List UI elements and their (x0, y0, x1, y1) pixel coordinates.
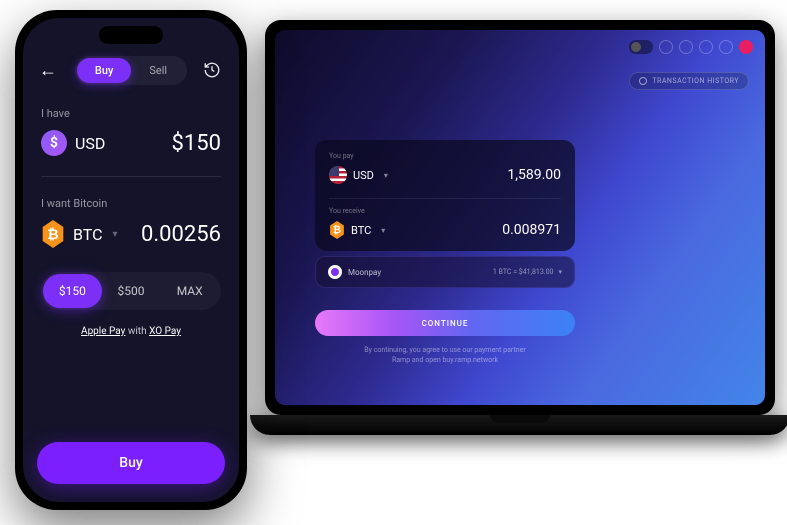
theme-toggle[interactable] (629, 40, 653, 54)
tab-buy[interactable]: Buy (77, 58, 131, 83)
continue-button[interactable]: CONTINUE (315, 310, 575, 336)
avatar[interactable] (739, 40, 753, 54)
topbar-icon-2[interactable] (679, 40, 693, 54)
chevron-down-icon: ▾ (558, 268, 562, 276)
dynamic-island (99, 26, 163, 44)
pay-amount[interactable]: 1,589.00 (507, 167, 561, 183)
divider (41, 176, 221, 177)
chevron-down-icon: ▾ (113, 229, 118, 240)
laptop-screen: TRANSACTION HISTORY You pay USD ▾ 1,589.… (265, 20, 775, 415)
quick-amount-500[interactable]: $500 (102, 274, 161, 308)
tab-sell[interactable]: Sell (131, 58, 185, 83)
pay-currency-code: USD (353, 169, 374, 182)
disclaimer-text: By continuing, you agree to use our paym… (315, 346, 575, 366)
quick-amount-150[interactable]: $150 (43, 274, 102, 308)
have-section: I have $ USD $150 (23, 107, 239, 156)
continue-label: CONTINUE (422, 319, 469, 328)
history-icon (203, 61, 221, 79)
buy-button-label: Buy (119, 455, 142, 471)
chevron-down-icon: ▾ (381, 226, 385, 235)
desktop-topbar (629, 40, 753, 54)
xo-pay-link[interactable]: XO Pay (149, 326, 181, 337)
receive-label: You receive (329, 207, 561, 215)
topbar-icon-3[interactable] (699, 40, 713, 54)
want-currency-selector[interactable]: ₿ BTC ▾ (41, 220, 118, 248)
transaction-history-label: TRANSACTION HISTORY (652, 77, 739, 85)
btc-icon: ₿ (329, 221, 345, 239)
want-section: I want Bitcoin ₿ BTC ▾ 0.00256 (23, 197, 239, 248)
have-currency-code: USD (75, 134, 105, 153)
quick-amount-max[interactable]: MAX (160, 274, 219, 308)
provider-name: Moonpay (348, 268, 381, 277)
provider-selector[interactable]: Moonpay 1 BTC = $41,813.00 ▾ (315, 256, 575, 288)
usd-icon: $ (41, 130, 67, 156)
back-button[interactable]: ← (39, 60, 59, 81)
have-currency-selector[interactable]: $ USD (41, 130, 105, 156)
desktop-app: TRANSACTION HISTORY You pay USD ▾ 1,589.… (275, 30, 765, 405)
usa-flag-icon (329, 166, 347, 184)
history-icon (639, 77, 647, 85)
receive-currency-code: BTC (351, 224, 371, 237)
transaction-history-button[interactable]: TRANSACTION HISTORY (629, 72, 749, 90)
laptop-notch (490, 415, 550, 423)
payment-method-line: Apple Pay with XO Pay (23, 326, 239, 337)
want-currency-code: BTC (73, 225, 103, 244)
quick-amount-row: $150 $500 MAX (41, 272, 221, 310)
chevron-down-icon: ▾ (384, 171, 388, 180)
receive-currency-selector[interactable]: ₿ BTC ▾ (329, 221, 385, 239)
pay-label: You pay (329, 152, 561, 160)
buy-sell-segment: Buy Sell (75, 56, 187, 85)
pay-currency-selector[interactable]: USD ▾ (329, 166, 388, 184)
have-amount[interactable]: $150 (172, 131, 221, 156)
laptop-base (250, 415, 787, 435)
laptop-mock: TRANSACTION HISTORY You pay USD ▾ 1,589.… (265, 20, 775, 450)
want-amount[interactable]: 0.00256 (141, 222, 221, 247)
mobile-app: ← Buy Sell I have $ USD $150 (23, 18, 239, 502)
phone-mock: ← Buy Sell I have $ USD $150 (15, 10, 247, 510)
have-label: I have (41, 107, 221, 120)
divider (329, 198, 561, 199)
exchange-card: You pay USD ▾ 1,589.00 You receive (315, 140, 575, 251)
topbar-icon-1[interactable] (659, 40, 673, 54)
history-button[interactable] (203, 61, 223, 81)
receive-row: You receive ₿ BTC ▾ 0.008971 (329, 207, 561, 239)
receive-amount[interactable]: 0.008971 (502, 222, 561, 238)
pay-row: You pay USD ▾ 1,589.00 (329, 152, 561, 184)
btc-icon: ₿ (41, 220, 65, 248)
want-label: I want Bitcoin (41, 197, 221, 210)
moonpay-icon (328, 265, 342, 279)
apple-pay-link[interactable]: Apple Pay (81, 326, 125, 337)
provider-rate: 1 BTC = $41,813.00 (493, 268, 554, 276)
buy-button[interactable]: Buy (37, 442, 225, 484)
topbar-icon-4[interactable] (719, 40, 733, 54)
